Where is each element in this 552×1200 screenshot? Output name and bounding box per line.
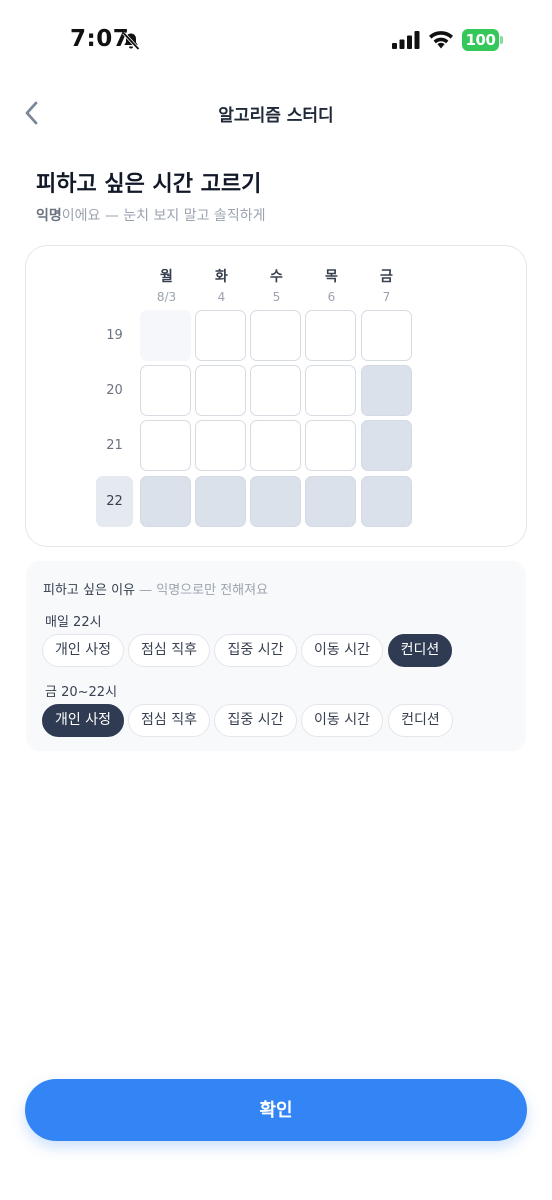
- reason-group-label-fri-20-22: 금 20~22시: [45, 685, 118, 700]
- reasons-title: 피하고 싶은 이유 — 익명으로만 전해져요: [43, 579, 268, 598]
- day-name: 화: [215, 269, 228, 285]
- cell-thu-19[interactable]: [305, 310, 356, 361]
- cell-tue-21[interactable]: [195, 420, 246, 471]
- day-header-thu: 목 6: [306, 266, 357, 304]
- cell-fri-19[interactable]: [361, 310, 412, 361]
- cell-tue-22[interactable]: [195, 476, 246, 527]
- day-date: 4: [217, 290, 226, 304]
- cell-thu-21[interactable]: [305, 420, 356, 471]
- cell-mon-19: [140, 310, 191, 361]
- cell-wed-21[interactable]: [250, 420, 301, 471]
- reason-chip-after-lunch[interactable]: 점심 직후: [128, 634, 210, 667]
- page-title: 피하고 싶은 시간 고르기: [36, 172, 262, 197]
- day-name: 금: [380, 269, 393, 285]
- reason-chip-commute[interactable]: 이동 시간: [301, 634, 383, 667]
- battery-icon: 100: [462, 29, 504, 51]
- cell-tue-20[interactable]: [195, 365, 246, 416]
- cell-wed-22[interactable]: [250, 476, 301, 527]
- bell-muted-icon: [122, 31, 140, 51]
- day-header-mon: 월 8/3: [141, 266, 192, 304]
- reason-chip-condition[interactable]: 컨디션: [388, 704, 453, 737]
- day-name: 수: [270, 269, 283, 285]
- battery-nub: [500, 36, 503, 44]
- reason-chip-after-lunch[interactable]: 점심 직후: [128, 704, 210, 737]
- confirm-button[interactable]: 확인: [25, 1079, 527, 1141]
- day-date: 7: [382, 290, 391, 304]
- reasons-panel: 피하고 싶은 이유 — 익명으로만 전해져요 매일 22시 개인 사정 점심 직…: [26, 561, 526, 751]
- cell-mon-21[interactable]: [140, 420, 191, 471]
- reason-chip-focus-time[interactable]: 집중 시간: [214, 704, 297, 737]
- cell-thu-22[interactable]: [305, 476, 356, 527]
- wifi-icon: [429, 31, 453, 49]
- day-date: 8/3: [156, 290, 177, 304]
- cell-wed-19[interactable]: [250, 310, 301, 361]
- reason-chip-personal[interactable]: 개인 사정: [42, 634, 124, 667]
- hour-label-20: 20: [106, 383, 123, 398]
- day-name: 월: [160, 269, 173, 285]
- day-date: 6: [327, 290, 336, 304]
- subtitle-anonymous: 익명: [36, 208, 62, 224]
- day-header-fri: 금 7: [361, 266, 412, 304]
- day-name: 목: [325, 269, 338, 285]
- reason-chip-commute[interactable]: 이동 시간: [301, 704, 383, 737]
- cell-fri-21[interactable]: [361, 420, 412, 471]
- cell-thu-20[interactable]: [305, 365, 356, 416]
- hour-label-22[interactable]: 22: [96, 476, 133, 527]
- cell-mon-20[interactable]: [140, 365, 191, 416]
- day-date: 5: [272, 290, 281, 304]
- reasons-title-main: 피하고 싶은 이유: [43, 583, 135, 598]
- reasons-title-note: — 익명으로만 전해져요: [135, 583, 269, 598]
- day-header-tue: 화 4: [196, 266, 247, 304]
- reason-chip-focus-time[interactable]: 집중 시간: [214, 634, 297, 667]
- cellular-signal-icon: [392, 31, 420, 49]
- reason-group-label-daily-22: 매일 22시: [45, 615, 102, 630]
- reason-chip-condition[interactable]: 컨디션: [388, 634, 452, 667]
- reason-chip-personal[interactable]: 개인 사정: [42, 704, 124, 737]
- subtitle-text: 이에요 — 눈치 보지 말고 솔직하게: [61, 208, 266, 224]
- battery-level: 100: [462, 29, 499, 51]
- cell-tue-19[interactable]: [195, 310, 246, 361]
- status-bar: 7:07 100: [0, 0, 552, 80]
- nav-title: 알고리즘 스터디: [218, 106, 334, 126]
- cell-fri-22[interactable]: [361, 476, 412, 527]
- hour-label-19: 19: [106, 328, 123, 343]
- day-header-wed: 수 5: [251, 266, 302, 304]
- cell-mon-22[interactable]: [140, 476, 191, 527]
- cell-fri-20[interactable]: [361, 365, 412, 416]
- hour-label-21: 21: [106, 438, 123, 453]
- page-subtitle: 익명이에요 — 눈치 보지 말고 솔직하게: [36, 205, 265, 225]
- cell-wed-20[interactable]: [250, 365, 301, 416]
